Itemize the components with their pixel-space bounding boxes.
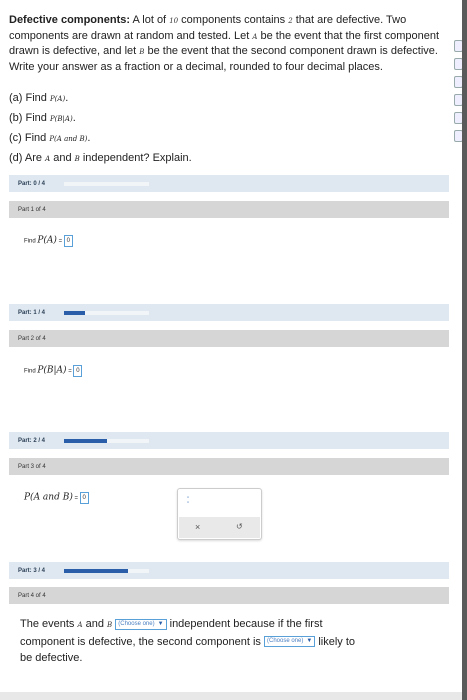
find-label: Find: [24, 368, 36, 375]
part-2-equation: Find P(B|A) = 0: [24, 365, 83, 377]
question-d: (d) Are A and B independent? Explain.: [9, 148, 192, 168]
progress-label: Part: 0 / 4: [18, 181, 46, 187]
event-a-symbol: A: [77, 621, 83, 629]
equals-sign: =: [68, 368, 72, 375]
find-label: Find: [24, 238, 36, 245]
side-toolbar: [454, 40, 463, 148]
question-c: (c) Find P(A and B).: [9, 128, 192, 148]
math-palette: ▫ ▫ × ↺: [177, 488, 262, 540]
answer-input[interactable]: 0: [79, 492, 89, 504]
statement-text: The events: [20, 618, 75, 630]
question-label: (b) Find: [9, 112, 47, 124]
progress-track: [64, 182, 149, 186]
problem-title: Defective components:: [9, 14, 131, 26]
defective-count: 2: [288, 17, 293, 25]
part-header: Part 1 of 4: [9, 201, 449, 218]
question-a: (a) Find P(A).: [9, 88, 192, 108]
chevron-down-icon: ▼: [306, 638, 313, 645]
progress-fill: [64, 439, 107, 443]
part-progress-bar: Part: 1 / 4: [9, 304, 449, 321]
part-progress-bar: Part: 2 / 4: [9, 432, 449, 449]
progress-track: [64, 569, 149, 573]
assignment-page: Defective components: A lot of 10 compon…: [0, 0, 462, 700]
clear-button[interactable]: ×: [195, 522, 200, 532]
answer-input[interactable]: 0: [73, 365, 83, 377]
palette-controls: × ↺: [179, 517, 260, 538]
part-progress-bar: Part: 3 / 4: [9, 562, 449, 579]
part-header-label: Part 1 of 4: [18, 207, 46, 213]
problem-text: A lot of: [132, 14, 167, 26]
question-expr: P(A): [49, 95, 66, 103]
expression: P(A and B): [24, 492, 73, 503]
question-expr: B: [74, 155, 80, 163]
event-b-symbol: B: [107, 621, 113, 629]
equals-sign: =: [58, 238, 63, 245]
question-label: (d) Are: [9, 152, 43, 164]
part-header: Part 4 of 4: [9, 587, 449, 604]
part-3-equation: P(A and B) = 0: [24, 492, 89, 504]
likelihood-select[interactable]: (Choose one) ▼: [263, 636, 316, 648]
progress-track: [64, 311, 149, 315]
chevron-down-icon: ▼: [157, 620, 164, 627]
part-4-statement: The events A and B (Choose one) ▼ indepen…: [20, 616, 360, 667]
part-progress-bar: Part: 0 / 4: [9, 175, 449, 192]
part-header-label: Part 3 of 4: [18, 464, 46, 470]
question-expr: P(A and B): [49, 135, 88, 143]
part-header: Part 3 of 4: [9, 458, 449, 475]
progress-label: Part: 2 / 4: [18, 438, 46, 444]
question-list: (a) Find P(A). (b) Find P(B|A). (c) Find…: [9, 88, 192, 168]
select-value: (Choose one): [118, 620, 155, 627]
question-mid: and: [53, 152, 72, 164]
problem-statement: Defective components: A lot of 10 compon…: [9, 13, 449, 74]
progress-label: Part: 3 / 4: [18, 568, 46, 574]
total-count: 10: [169, 17, 179, 25]
question-label: (a) Find: [9, 92, 47, 104]
part-1-equation: Find P(A) = 0: [24, 235, 73, 247]
statement-text: and: [85, 618, 104, 630]
part-header-label: Part 2 of 4: [18, 336, 46, 342]
question-expr: A: [45, 155, 51, 163]
bottom-bar: [0, 692, 462, 700]
question-tail: .: [65, 92, 69, 104]
undo-button[interactable]: ↺: [236, 522, 243, 531]
event-b-symbol: B: [139, 48, 145, 56]
part-header-label: Part 4 of 4: [18, 593, 46, 599]
question-tail: .: [72, 112, 76, 124]
fraction-icon[interactable]: ▫ ▫: [187, 495, 192, 506]
question-tail: .: [87, 132, 91, 144]
progress-fill: [64, 311, 86, 315]
answer-input[interactable]: 0: [63, 235, 73, 247]
independence-select[interactable]: (Choose one) ▼: [115, 618, 167, 630]
problem-text: components contains: [181, 14, 286, 26]
progress-label: Part: 1 / 4: [18, 310, 46, 316]
window-edge: [462, 0, 467, 700]
progress-track: [64, 439, 149, 443]
equals-sign: =: [74, 495, 79, 502]
question-label: (c) Find: [9, 132, 47, 144]
question-expr: P(B|A): [49, 115, 73, 123]
question-b: (b) Find P(B|A).: [9, 108, 192, 128]
question-tail: independent? Explain.: [82, 152, 192, 164]
part-header: Part 2 of 4: [9, 330, 449, 347]
expression: P(B|A): [37, 365, 67, 376]
expression: P(A): [37, 235, 57, 246]
event-a-symbol: A: [252, 32, 258, 41]
progress-fill: [64, 569, 128, 573]
select-value: (Choose one): [266, 638, 304, 645]
